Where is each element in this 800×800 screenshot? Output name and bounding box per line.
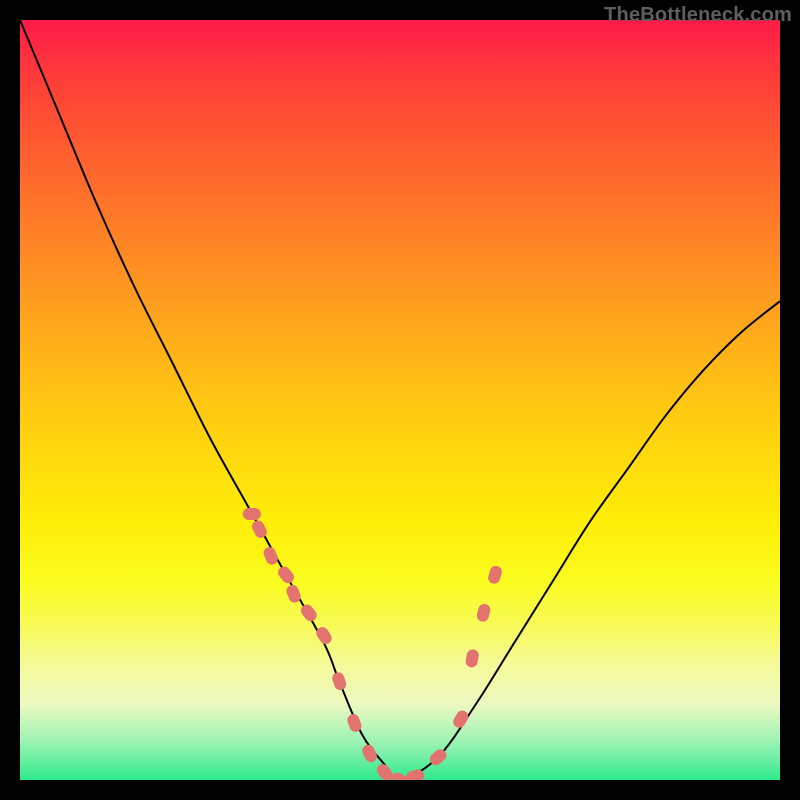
dot-marker <box>465 648 480 668</box>
chart-curve <box>20 20 780 780</box>
dot-marker <box>331 671 348 692</box>
dot-marker <box>262 545 280 566</box>
bottleneck-chart <box>20 20 780 780</box>
dot-marker <box>298 602 319 624</box>
chart-frame: TheBottleneck.com <box>0 0 800 800</box>
watermark-text: TheBottleneck.com <box>604 4 792 27</box>
dot-marker <box>451 708 471 730</box>
dot-marker <box>487 564 504 585</box>
dot-marker <box>243 508 261 520</box>
dot-marker <box>276 564 297 586</box>
dot-marker <box>360 743 379 764</box>
curve-line <box>20 20 780 780</box>
chart-dots <box>243 508 504 780</box>
dot-marker <box>476 603 492 623</box>
